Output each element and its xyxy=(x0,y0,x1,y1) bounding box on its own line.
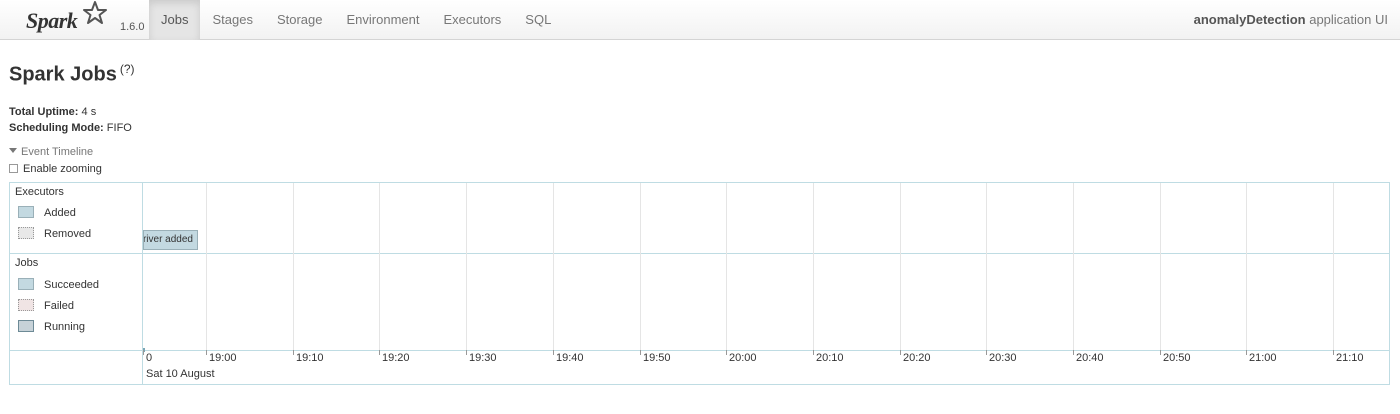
legend-succeeded-label: Succeeded xyxy=(44,279,100,291)
event-timeline[interactable]: Executors Added Removed Jobs Succeeded F… xyxy=(9,182,1390,385)
caret-down-icon xyxy=(9,148,17,153)
event-timeline-label: Event Timeline xyxy=(21,146,94,158)
legend-added-label: Added xyxy=(44,207,76,219)
scheduling-mode-value: FIFO xyxy=(106,122,132,134)
legend-succeeded: Succeeded xyxy=(18,278,99,291)
app-name: anomalyDetection xyxy=(1193,12,1306,27)
axis-tick-mark xyxy=(1160,350,1161,355)
tab-executors[interactable]: Executors xyxy=(431,0,513,40)
event-timeline-toggle[interactable]: Event Timeline xyxy=(9,146,93,158)
axis-tick-label: 20:30 xyxy=(989,352,1017,364)
axis-tick-label: 20:00 xyxy=(729,352,757,364)
axis-tick-label: 0 xyxy=(146,352,153,364)
gridline xyxy=(1246,183,1247,350)
gridline xyxy=(1160,183,1161,350)
driver-added-text: Driver added xyxy=(143,234,193,245)
legend-failed-label: Failed xyxy=(44,300,74,312)
axis-tick-mark xyxy=(1246,350,1247,355)
gridline xyxy=(206,183,207,350)
gridline xyxy=(379,183,380,350)
succeeded-swatch xyxy=(18,278,34,290)
axis-tick-mark xyxy=(1073,350,1074,355)
axis-tick-mark xyxy=(206,350,207,355)
version-label: 1.6.0 xyxy=(120,21,145,33)
axis-tick-label: 20:20 xyxy=(903,352,931,364)
added-swatch xyxy=(18,206,34,218)
tab-storage[interactable]: Storage xyxy=(265,0,335,40)
enable-zooming-label[interactable]: Enable zooming xyxy=(23,163,102,175)
uptime-value: 4 s xyxy=(81,106,97,118)
app-suffix: application UI xyxy=(1309,12,1388,27)
gridline xyxy=(293,183,294,350)
gridline xyxy=(900,183,901,350)
axis-tick-label: 19:10 xyxy=(296,352,324,364)
axis-tick-label: 20:40 xyxy=(1076,352,1104,364)
axis-tick-mark xyxy=(379,350,380,355)
tab-sql[interactable]: SQL xyxy=(513,0,563,40)
page-title-text: Spark Jobs xyxy=(9,63,117,86)
gridline xyxy=(813,183,814,350)
gridline xyxy=(466,183,467,350)
gridline xyxy=(726,183,727,350)
help-link[interactable]: (?) xyxy=(120,62,135,76)
gridline xyxy=(986,183,987,350)
axis-tick-label: 19:30 xyxy=(469,352,497,364)
legend-added: Added xyxy=(18,206,76,219)
legend-running: Running xyxy=(18,320,85,333)
legend-removed: Removed xyxy=(18,227,91,240)
legend-removed-label: Removed xyxy=(44,228,92,240)
legend-failed: Failed xyxy=(18,299,74,312)
driver-added-event[interactable]: Driver added xyxy=(143,230,198,250)
axis-tick-mark xyxy=(553,350,554,355)
uptime-row: Total Uptime: 4 s xyxy=(9,104,132,120)
gridline xyxy=(1073,183,1074,350)
gridline xyxy=(1333,183,1334,350)
nav-tabs: Jobs Stages Storage Environment Executor… xyxy=(149,0,563,40)
legend-running-label: Running xyxy=(44,321,85,333)
application-label: anomalyDetection application UI xyxy=(1194,0,1388,40)
axis-tick-label: 19:50 xyxy=(643,352,671,364)
navbar: Spark 1.6.0 Jobs Stages Storage Environm… xyxy=(0,0,1400,40)
axis-tick-mark xyxy=(466,350,467,355)
axis-tick-label: 19:40 xyxy=(556,352,584,364)
zoom-toggle-row: Enable zooming xyxy=(9,163,102,175)
axis-tick-label: 21:10 xyxy=(1336,352,1364,364)
timeline-legend: Executors Added Removed Jobs Succeeded F… xyxy=(10,183,143,384)
tab-stages[interactable]: Stages xyxy=(200,0,264,40)
tab-jobs[interactable]: Jobs xyxy=(149,0,201,40)
tab-environment[interactable]: Environment xyxy=(335,0,432,40)
scheduling-mode-label: Scheduling Mode: xyxy=(9,122,104,134)
axis-date-label: Sat 10 August xyxy=(146,368,215,380)
scheduling-mode-row: Scheduling Mode: FIFO xyxy=(9,120,132,136)
enable-zooming-checkbox[interactable] xyxy=(9,164,18,173)
axis-tick-mark xyxy=(640,350,641,355)
jobs-group-label: Jobs xyxy=(15,257,39,269)
executors-group-label: Executors xyxy=(15,186,64,198)
star-icon xyxy=(83,1,107,24)
removed-swatch xyxy=(18,227,34,239)
axis-tick-label: 20:50 xyxy=(1163,352,1191,364)
failed-swatch xyxy=(18,299,34,311)
axis-tick-label: 19:20 xyxy=(382,352,410,364)
running-swatch xyxy=(18,320,34,332)
uptime-label: Total Uptime: xyxy=(9,106,79,118)
timeline-grid[interactable]: Driver added Sat 10 August 0 19:00 19:10 19… xyxy=(143,183,1389,384)
axis-tick-label: 19:00 xyxy=(209,352,237,364)
axis-tick-mark xyxy=(726,350,727,355)
summary-list: Total Uptime: 4 s Scheduling Mode: FIFO xyxy=(9,104,132,136)
axis-tick-mark xyxy=(293,350,294,355)
axis-tick-mark xyxy=(143,350,144,355)
axis-tick-label: 20:10 xyxy=(816,352,844,364)
axis-tick-mark xyxy=(1333,350,1334,355)
page-title: Spark Jobs (?) xyxy=(9,62,135,87)
axis-tick-mark xyxy=(986,350,987,355)
brand-name: Spark xyxy=(26,8,78,33)
axis-tick-mark xyxy=(900,350,901,355)
gridline xyxy=(640,183,641,350)
axis-tick-label: 21:00 xyxy=(1249,352,1277,364)
gridline xyxy=(553,183,554,350)
axis-tick-mark xyxy=(813,350,814,355)
